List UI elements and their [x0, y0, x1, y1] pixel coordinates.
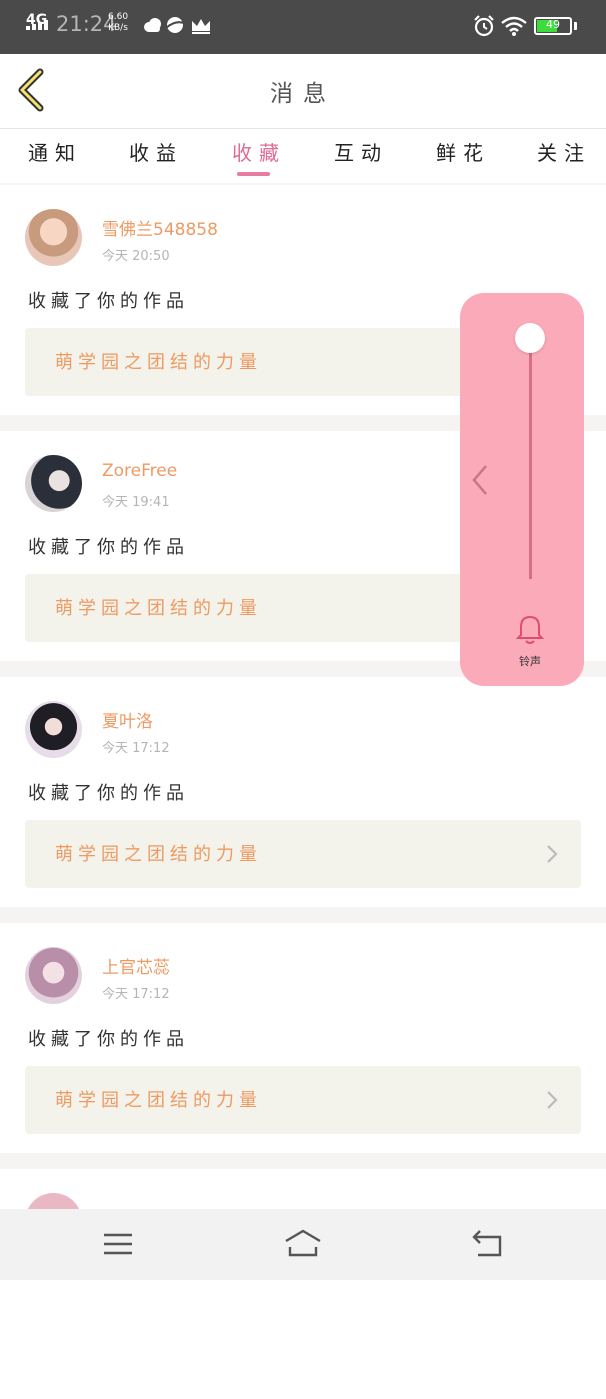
back-nav-icon[interactable]: [468, 1227, 508, 1261]
ringtone-label: 铃声: [519, 655, 541, 668]
tab-flowers[interactable]: 鲜花: [436, 137, 490, 166]
system-nav-bar: [0, 1209, 606, 1280]
user-name[interactable]: 上官芯蕊: [102, 953, 170, 978]
timestamp: 今天 17:12: [102, 987, 170, 1002]
avatar[interactable]: [25, 701, 82, 758]
avatar[interactable]: [25, 455, 82, 512]
action-text: 收藏了你的作品: [28, 783, 189, 804]
crown-icon: [192, 19, 210, 34]
tab-follows[interactable]: 关注: [537, 137, 591, 166]
tab-earnings[interactable]: 收益: [129, 137, 183, 166]
user-name[interactable]: ZoreFree: [102, 461, 177, 481]
volume-track[interactable]: [529, 343, 532, 579]
work-title: 萌学园之团结的力量: [55, 844, 262, 865]
list-item: [0, 1169, 606, 1399]
chevron-right-icon: [547, 845, 558, 863]
work-title: 萌学园之团结的力量: [55, 598, 262, 619]
work-title: 萌学园之团结的力量: [55, 352, 262, 373]
work-link[interactable]: 萌学园之团结的力量: [25, 820, 581, 888]
active-tab-indicator: [237, 172, 270, 176]
work-title: 萌学园之团结的力量: [55, 1090, 262, 1111]
volume-slider-knob[interactable]: [515, 323, 545, 353]
speed-value: 6.60: [108, 12, 129, 22]
battery-icon: 49: [534, 17, 572, 35]
status-bar: 4G 21:24 6.60 KB/s 49: [0, 0, 606, 54]
page-title: 消息: [270, 81, 336, 107]
timestamp: 今天 20:50: [102, 249, 170, 264]
bell-icon: [516, 615, 544, 644]
tab-notifications[interactable]: 通知: [28, 137, 82, 166]
action-text: 收藏了你的作品: [28, 291, 189, 312]
work-link[interactable]: 萌学园之团结的力量: [25, 1066, 581, 1134]
collapse-arrow-icon[interactable]: [470, 463, 490, 497]
home-icon[interactable]: [283, 1227, 323, 1261]
user-name[interactable]: 夏叶洛: [102, 707, 153, 732]
avatar[interactable]: [25, 209, 82, 266]
menu-icon[interactable]: [98, 1227, 138, 1261]
user-name[interactable]: 雪佛兰548858: [102, 215, 218, 240]
timestamp: 今天 19:41: [102, 495, 170, 510]
tab-bar: 通知 收益 收藏 互动 鲜花 关注: [0, 129, 606, 183]
tab-favorites[interactable]: 收藏: [232, 137, 286, 166]
notification-icons: [144, 17, 210, 34]
speed-unit: KB/s: [108, 23, 128, 33]
wifi-icon: [501, 16, 527, 36]
avatar[interactable]: [25, 947, 82, 1004]
network-speed: 6.60 KB/s: [108, 12, 128, 34]
alarm-icon: [474, 15, 494, 37]
chevron-right-icon: [547, 1091, 558, 1109]
volume-panel: 铃声: [460, 293, 584, 686]
cloud-icon: [144, 18, 161, 32]
planet-icon: [165, 17, 185, 33]
battery-tip: [574, 22, 577, 30]
action-text: 收藏了你的作品: [28, 1029, 189, 1050]
list-item: 夏叶洛 今天 17:12 收藏了你的作品 萌学园之团结的力量: [0, 677, 606, 907]
timestamp: 今天 17:12: [102, 741, 170, 756]
list-item: 上官芯蕊 今天 17:12 收藏了你的作品 萌学园之团结的力量: [0, 923, 606, 1153]
tab-interactions[interactable]: 互动: [334, 137, 388, 166]
action-text: 收藏了你的作品: [28, 537, 189, 558]
header-bar: 消息: [0, 54, 606, 129]
battery-level: 49: [546, 18, 560, 31]
